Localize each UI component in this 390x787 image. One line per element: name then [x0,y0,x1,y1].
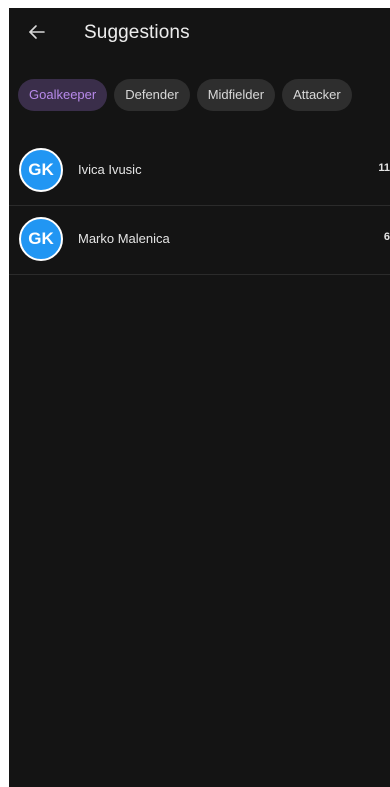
chip-defender[interactable]: Defender [114,79,190,111]
player-name: Marko Malenica [78,231,170,246]
position-filter-chips: Goalkeeper Defender Midfielder Attacker [18,79,352,111]
list-item[interactable]: GK Ivica Ivusic 11 [9,137,390,206]
back-button[interactable] [24,21,50,47]
list-item[interactable]: GK Marko Malenica 6 [9,206,390,275]
suggestions-screen: Suggestions Goalkeeper Defender Midfield… [9,8,390,787]
avatar: GK [19,148,63,192]
chip-attacker[interactable]: Attacker [282,79,352,111]
page-title: Suggestions [84,22,190,43]
app-bar: Suggestions [9,8,390,64]
player-value: 11 [378,162,390,174]
arrow-left-icon [28,23,46,46]
player-name: Ivica Ivusic [78,162,142,177]
player-list: GK Ivica Ivusic 11 GK Marko Malenica 6 [9,137,390,275]
chip-midfielder[interactable]: Midfielder [196,79,276,111]
chip-goalkeeper[interactable]: Goalkeeper [18,79,108,111]
player-value: 6 [383,231,390,243]
avatar: GK [19,217,63,261]
